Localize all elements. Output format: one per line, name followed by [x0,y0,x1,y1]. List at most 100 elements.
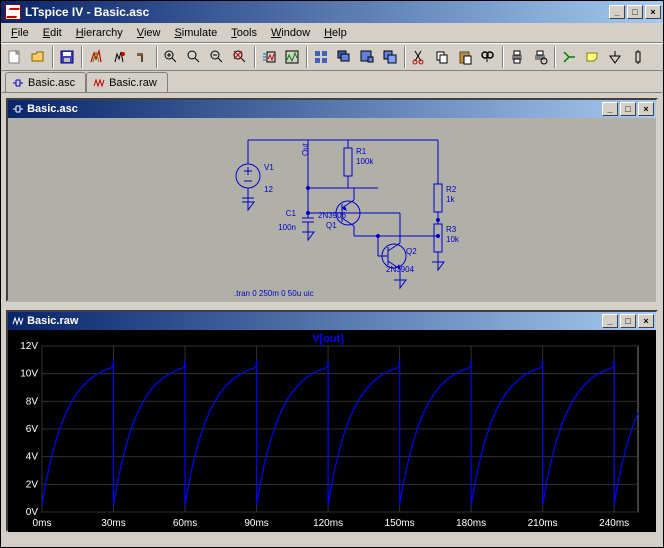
x-tick: 180ms [456,518,486,529]
zoom-out-button[interactable] [206,46,228,68]
y-tick: 2V [26,479,39,490]
toolbar-separator [306,46,308,68]
halt-button[interactable] [108,46,130,68]
maximize-button[interactable]: □ [627,5,643,19]
menu-hierarchy[interactable]: Hierarchy [70,25,129,41]
close-button[interactable]: × [645,5,661,19]
menubar: File Edit Hierarchy View Simulate Tools … [1,23,663,43]
save-button[interactable] [56,46,78,68]
comp-r1-value: 100k [356,157,374,166]
tab-schematic[interactable]: Basic.asc [5,72,86,92]
comp-q1-name: Q1 [326,221,337,230]
comp-c1-value: 100n [278,223,296,232]
mdi-close-button[interactable]: × [638,314,654,328]
tab-waveform[interactable]: Basic.raw [86,72,168,92]
menu-file[interactable]: File [5,25,35,41]
waveform-icon [93,77,105,89]
plot-title: Basic.raw [27,315,78,327]
print-button[interactable] [506,46,528,68]
spice-directive: .tran 0 250m 0 50u uic [234,289,314,298]
toolbar-separator [554,46,556,68]
x-tick: 210ms [528,518,558,529]
comp-r2-name: R2 [446,185,457,194]
zoom-pan-button[interactable] [183,46,205,68]
y-tick: 10V [20,369,38,380]
menu-edit[interactable]: Edit [37,25,68,41]
open-button[interactable] [27,46,49,68]
menu-simulate[interactable]: Simulate [168,25,223,41]
comp-v1-value: 12 [264,185,273,194]
comp-r2-value: 1k [446,195,455,204]
net-label-out: Out [301,142,310,156]
plot-canvas[interactable]: V[out] 0V 2V 4V 6V 8V 10V 12V 0ms 30ms 60ms 90ms 120… [8,330,656,532]
mdi-maximize-button[interactable]: □ [620,314,636,328]
tab-label: Basic.raw [109,77,157,89]
run-button[interactable] [85,46,107,68]
menu-window[interactable]: Window [265,25,316,41]
x-tick: 150ms [385,518,415,529]
x-tick: 30ms [101,518,125,529]
mdi-maximize-button[interactable]: □ [620,102,636,116]
menu-help[interactable]: Help [318,25,353,41]
schematic-canvas[interactable]: V1 12 R1 100k Out [8,118,656,302]
y-tick: 12V [20,341,38,352]
draw-wire-button[interactable] [558,46,580,68]
menu-view[interactable]: View [131,25,167,41]
copy-window-button[interactable] [379,46,401,68]
hammer-button[interactable] [131,46,153,68]
comp-q1-value: 2N3906 [318,211,347,220]
minimize-button[interactable]: _ [609,5,625,19]
plot-window: Basic.raw _ □ × V[out] 0V 2V 4V 6V 8V 10V 12V 0m… [6,310,658,532]
x-tick: 120ms [313,518,343,529]
tile-button[interactable] [310,46,332,68]
app-title: LTspice IV - Basic.asc [25,5,149,19]
trace-label[interactable]: V[out] [312,333,344,345]
label-net-button[interactable] [581,46,603,68]
schematic-window: Basic.asc _ □ × V1 12 [6,98,658,302]
menu-tools[interactable]: Tools [225,25,263,41]
waveform-icon [12,315,24,327]
find-button[interactable] [477,46,499,68]
mdi-minimize-button[interactable]: _ [602,314,618,328]
comp-v1-name: V1 [264,163,274,172]
place-gnd-button[interactable] [604,46,626,68]
document-tabs: Basic.asc Basic.raw [1,71,663,93]
plot-titlebar[interactable]: Basic.raw _ □ × [8,312,656,330]
zoom-fit-button[interactable] [229,46,251,68]
cascade-button[interactable] [333,46,355,68]
schematic-titlebar[interactable]: Basic.asc _ □ × [8,100,656,118]
close-window-button[interactable] [356,46,378,68]
comp-q2-name: Q2 [406,247,417,256]
toolbar-separator [254,46,256,68]
zoom-in-button[interactable] [160,46,182,68]
paste-button[interactable] [454,46,476,68]
schematic-icon [12,77,24,89]
y-tick: 4V [26,452,39,463]
toolbar-separator [81,46,83,68]
print-setup-button[interactable] [529,46,551,68]
mdi-close-button[interactable]: × [638,102,654,116]
toolbar [1,43,663,71]
autorange-button[interactable] [281,46,303,68]
x-tick: 0ms [33,518,52,529]
toolbar-separator [156,46,158,68]
y-tick: 8V [26,396,39,407]
cut-button[interactable] [408,46,430,68]
toolbar-separator [404,46,406,68]
new-schematic-button[interactable] [4,46,26,68]
x-tick: 90ms [244,518,268,529]
y-tick: 6V [26,424,39,435]
pick-visible-button[interactable] [258,46,280,68]
place-res-button[interactable] [627,46,649,68]
toolbar-separator [52,46,54,68]
trace-vout[interactable] [42,360,638,505]
x-tick: 240ms [599,518,629,529]
x-tick: 60ms [173,518,197,529]
comp-r3-name: R3 [446,225,457,234]
app-icon [5,4,21,20]
toolbar-separator [502,46,504,68]
y-tick: 0V [26,507,39,518]
mdi-minimize-button[interactable]: _ [602,102,618,116]
copy-button[interactable] [431,46,453,68]
mdi-client: Basic.asc _ □ × V1 12 [1,93,663,547]
